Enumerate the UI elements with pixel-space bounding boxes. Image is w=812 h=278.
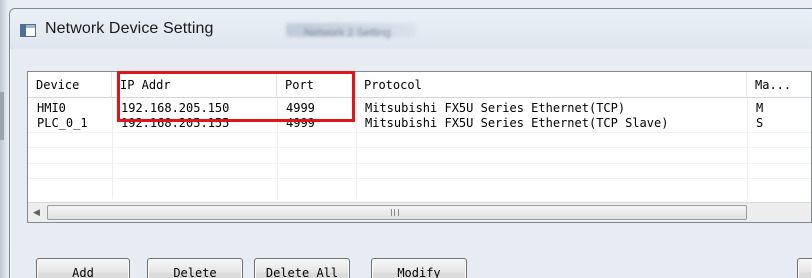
cell-device: HMI0	[37, 101, 66, 115]
delete-button[interactable]: Delete	[147, 258, 243, 278]
device-list[interactable]: Device IP Addr Port Protocol Ma... HMI0 …	[27, 71, 812, 223]
cell-port: 4999	[286, 116, 315, 130]
column-header-protocol[interactable]: Protocol	[356, 72, 747, 98]
window-title: Network Device Setting	[45, 20, 214, 37]
row-divider	[28, 147, 811, 148]
cell-mode: M	[756, 101, 764, 115]
cell-protocol: Mitsubishi FX5U Series Ethernet(TCP Slav…	[365, 116, 669, 130]
window-app-icon	[20, 24, 36, 37]
title-bar[interactable]: Network Device Setting Network 2 Setting	[10, 9, 812, 49]
arrow-left-icon[interactable]: ◀	[28, 203, 45, 222]
column-header-ip-addr[interactable]: IP Addr	[112, 72, 277, 98]
list-header: Device IP Addr Port Protocol Ma...	[28, 72, 811, 98]
delete-all-button[interactable]: Delete All	[254, 258, 350, 278]
horizontal-scrollbar[interactable]: ◀	[28, 202, 811, 222]
row-divider	[28, 163, 811, 164]
cell-ip-addr: 192.168.205.155	[121, 116, 230, 130]
background-window-edge	[0, 0, 8, 278]
blurred-background-tab: Network 2 Setting	[286, 23, 416, 39]
column-header-port[interactable]: Port	[277, 72, 356, 98]
row-divider	[28, 132, 811, 133]
column-header-device[interactable]: Device	[28, 72, 112, 98]
cell-protocol: Mitsubishi FX5U Series Ethernet(TCP)	[365, 101, 626, 115]
add-button[interactable]: Add	[36, 258, 130, 278]
row-divider	[28, 178, 811, 179]
scrollbar-grip-icon	[391, 209, 399, 216]
table-row[interactable]: HMI0 192.168.205.150 4999 Mitsubishi FX5…	[28, 101, 811, 115]
cell-device: PLC_0_1	[37, 116, 88, 130]
cell-port: 4999	[286, 101, 315, 115]
cell-ip-addr: 192.168.205.150	[121, 101, 230, 115]
cell-mode: S	[756, 116, 764, 130]
column-header-mode[interactable]: Ma...	[747, 72, 812, 98]
partial-button[interactable]	[797, 258, 812, 278]
scrollbar-thumb[interactable]	[47, 205, 747, 220]
blurred-tab-label: Network 2 Setting	[304, 27, 391, 39]
modify-button[interactable]: Modify	[371, 258, 467, 278]
table-row[interactable]: PLC_0_1 192.168.205.155 4999 Mitsubishi …	[28, 116, 811, 130]
background-window-nub	[0, 92, 4, 140]
